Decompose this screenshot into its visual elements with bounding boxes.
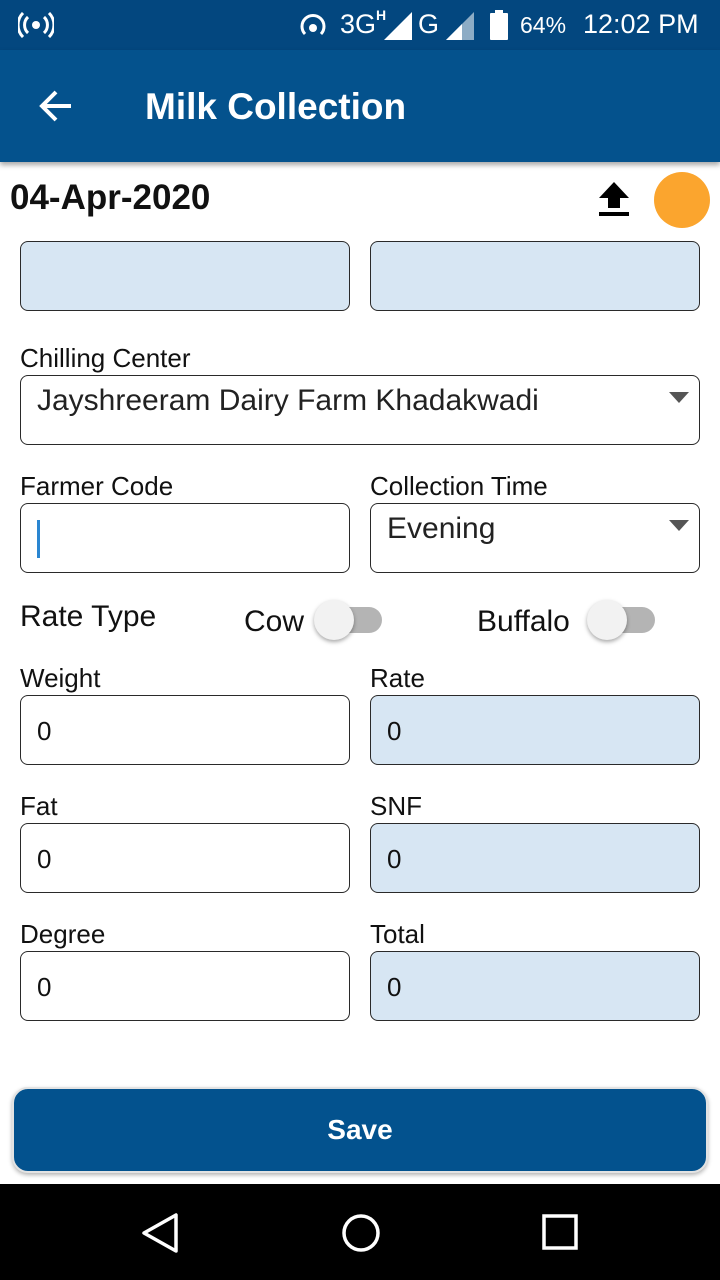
arrow-back-icon[interactable] xyxy=(38,88,74,124)
degree-input[interactable]: 0 xyxy=(20,951,350,1021)
buffalo-toggle-thumb xyxy=(587,600,627,640)
second-network-label: G xyxy=(418,9,440,39)
save-button[interactable]: Save xyxy=(12,1087,708,1173)
signal-icon-2 xyxy=(446,12,474,40)
navigation-bar xyxy=(0,1184,720,1280)
weight-value: 0 xyxy=(37,716,52,746)
weight-input[interactable]: 0 xyxy=(20,695,350,765)
collection-time-value: Evening xyxy=(387,512,496,545)
snf-value: 0 xyxy=(387,844,402,874)
collection-date: 04-Apr-2020 xyxy=(10,178,211,217)
app-bar: Milk Collection xyxy=(0,50,720,162)
fat-value: 0 xyxy=(37,844,52,874)
buffalo-label: Buffalo xyxy=(477,605,570,638)
farmer-code-label: Farmer Code xyxy=(20,471,174,501)
cow-toggle-thumb xyxy=(314,600,354,640)
weight-label: Weight xyxy=(20,663,101,693)
battery-percent: 64% xyxy=(520,12,567,38)
chilling-center-dropdown[interactable]: Jayshreeram Dairy Farm Khadakwadi xyxy=(20,375,700,445)
chevron-down-icon xyxy=(669,520,689,531)
snf-field: 0 xyxy=(370,823,700,893)
rate-field: 0 xyxy=(370,695,700,765)
status-bar: 3G H G 64% 12:02 PM xyxy=(0,0,720,50)
total-field: 0 xyxy=(370,951,700,1021)
signal-icon xyxy=(384,12,412,40)
farmer-code-input[interactable] xyxy=(20,503,350,573)
collection-time-label: Collection Time xyxy=(370,471,548,501)
fat-label: Fat xyxy=(20,791,58,821)
network-type-label: 3G xyxy=(340,9,377,39)
degree-label: Degree xyxy=(20,919,106,949)
rate-type-label: Rate Type xyxy=(20,600,157,633)
page-title: Milk Collection xyxy=(145,86,407,127)
home-circle-icon[interactable] xyxy=(340,1212,382,1254)
hotspot-icon xyxy=(18,12,54,38)
back-triangle-icon[interactable] xyxy=(140,1212,180,1254)
top-readonly-field-right xyxy=(370,241,700,311)
cow-toggle[interactable] xyxy=(314,600,384,642)
rate-label: Rate xyxy=(370,663,425,693)
buffalo-toggle[interactable] xyxy=(587,600,657,642)
chilling-center-value: Jayshreeram Dairy Farm Khadakwadi xyxy=(37,384,539,417)
status-time: 12:02 PM xyxy=(583,9,699,39)
degree-value: 0 xyxy=(37,972,52,1002)
cow-label: Cow xyxy=(244,605,305,638)
total-label: Total xyxy=(370,919,425,949)
recents-square-icon[interactable] xyxy=(541,1213,581,1253)
status-dot xyxy=(654,172,710,228)
text-cursor xyxy=(37,520,40,558)
fat-input[interactable]: 0 xyxy=(20,823,350,893)
collection-time-dropdown[interactable]: Evening xyxy=(370,503,700,573)
upload-icon[interactable] xyxy=(598,182,630,218)
rate-value: 0 xyxy=(387,716,402,746)
battery-icon xyxy=(490,10,508,40)
chevron-down-icon xyxy=(669,392,689,403)
wifi-calling-icon xyxy=(300,14,326,36)
snf-label: SNF xyxy=(370,791,422,821)
top-readonly-field-left xyxy=(20,241,350,311)
chilling-center-label: Chilling Center xyxy=(20,343,191,373)
total-value: 0 xyxy=(387,972,402,1002)
